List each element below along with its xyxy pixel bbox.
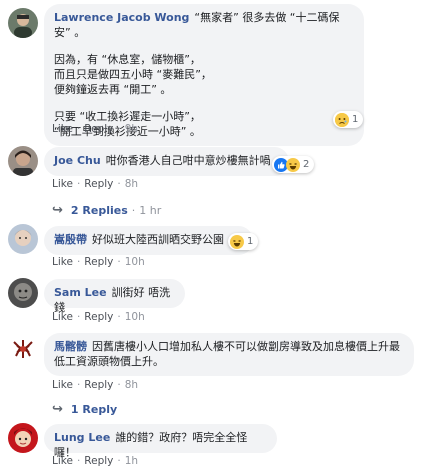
timestamp[interactable]: 1h	[125, 455, 138, 467]
comment-text: 因舊唐樓小人口增加私人樓不可以做劏房導致及加息樓價上升最低工資源頭物價上升。	[54, 340, 400, 368]
comment-actions: Like · Reply · 10h	[52, 311, 145, 323]
view-replies-link[interactable]: ↪ 1 Reply	[52, 402, 117, 417]
reply-link[interactable]: Reply	[84, 311, 113, 323]
reaction-summary[interactable]: 1	[228, 233, 259, 250]
laugh-emoji-icon	[286, 157, 300, 172]
comment-author[interactable]: Lung Lee	[54, 431, 110, 444]
sad-emoji-icon	[335, 112, 349, 127]
reply-link[interactable]: Reply	[84, 455, 113, 467]
comment-actions: Like · Reply · 1h	[52, 455, 139, 467]
replies-count[interactable]: 1 Reply	[71, 403, 117, 416]
view-replies-link[interactable]: ↪ 2 Replies · 1 hr	[52, 203, 161, 218]
comment-author[interactable]: Lawrence Jacob Wong	[54, 11, 189, 24]
comment-author[interactable]: 馬髂髈	[54, 340, 87, 353]
comment-text: 咁你香港人自己咁中意炒樓無計喎	[105, 154, 271, 167]
like-link[interactable]: Like	[52, 311, 73, 323]
comment-author[interactable]: 嵩殷帶	[54, 233, 87, 246]
timestamp[interactable]: 10h	[125, 256, 145, 268]
like-link[interactable]: Like	[52, 379, 73, 391]
comment-actions: Like · Reply · 8h	[52, 178, 139, 190]
timestamp[interactable]: 10h	[125, 311, 145, 323]
comment-bubble: 馬髂髈 因舊唐樓小人口增加私人樓不可以做劏房導致及加息樓價上升最低工資源頭物價上升…	[44, 333, 414, 376]
comment-paragraph: 因為，有 “休息室，儲物櫃”， 而且只是做四五小時 “麥難民”， 便夠鐘返去再 …	[54, 53, 212, 96]
reply-arrow-icon: ↪	[52, 203, 63, 218]
avatar[interactable]	[8, 224, 38, 254]
comment-bubble: 嵩殷帶 好似班大陸西訓晒交野公園	[44, 226, 253, 255]
comment-author[interactable]: Sam Lee	[54, 286, 107, 299]
reply-link[interactable]: Reply	[84, 178, 113, 190]
reaction-summary[interactable]: 1	[333, 111, 364, 128]
reaction-count: 1	[247, 236, 254, 247]
reaction-count: 2	[303, 159, 310, 170]
replies-time: 1 hr	[139, 204, 162, 217]
avatar[interactable]	[8, 423, 38, 453]
laugh-emoji-icon	[230, 234, 244, 249]
reply-link[interactable]: Reply	[84, 379, 113, 391]
comment-author[interactable]: Joe Chu	[54, 154, 101, 167]
like-link[interactable]: Like	[52, 178, 73, 190]
comment-actions: Like · Reply · 8h	[52, 379, 139, 391]
reaction-count: 1	[352, 114, 359, 125]
timestamp[interactable]: 8h	[125, 379, 138, 391]
avatar[interactable]	[8, 334, 38, 364]
reply-arrow-icon: ↪	[52, 402, 63, 417]
timestamp[interactable]: 9h	[125, 123, 138, 135]
like-link[interactable]: Like	[52, 123, 73, 135]
comment-bubble: Sam Lee 訓街好 唔洗錢	[44, 279, 185, 314]
avatar[interactable]	[8, 146, 38, 176]
comment-actions: Like · Reply · 9h	[52, 123, 139, 135]
reply-link[interactable]: Reply	[84, 123, 113, 135]
like-link[interactable]: Like	[52, 455, 73, 467]
comment-bubble: Lung Lee 誰的錯？政府？唔完全全怪囉！	[44, 424, 277, 459]
reaction-summary[interactable]: 2	[272, 156, 315, 173]
like-link[interactable]: Like	[52, 256, 73, 268]
avatar[interactable]	[8, 278, 38, 308]
comment-bubble: Joe Chu 咁你香港人自己咁中意炒樓無計喎	[44, 147, 289, 176]
avatar[interactable]	[8, 8, 38, 38]
timestamp[interactable]: 8h	[125, 178, 138, 190]
replies-count[interactable]: 2 Replies	[71, 204, 128, 217]
reply-link[interactable]: Reply	[84, 256, 113, 268]
comment-text: 好似班大陸西訓晒交野公園	[92, 233, 224, 246]
comment-actions: Like · Reply · 10h	[52, 256, 145, 268]
